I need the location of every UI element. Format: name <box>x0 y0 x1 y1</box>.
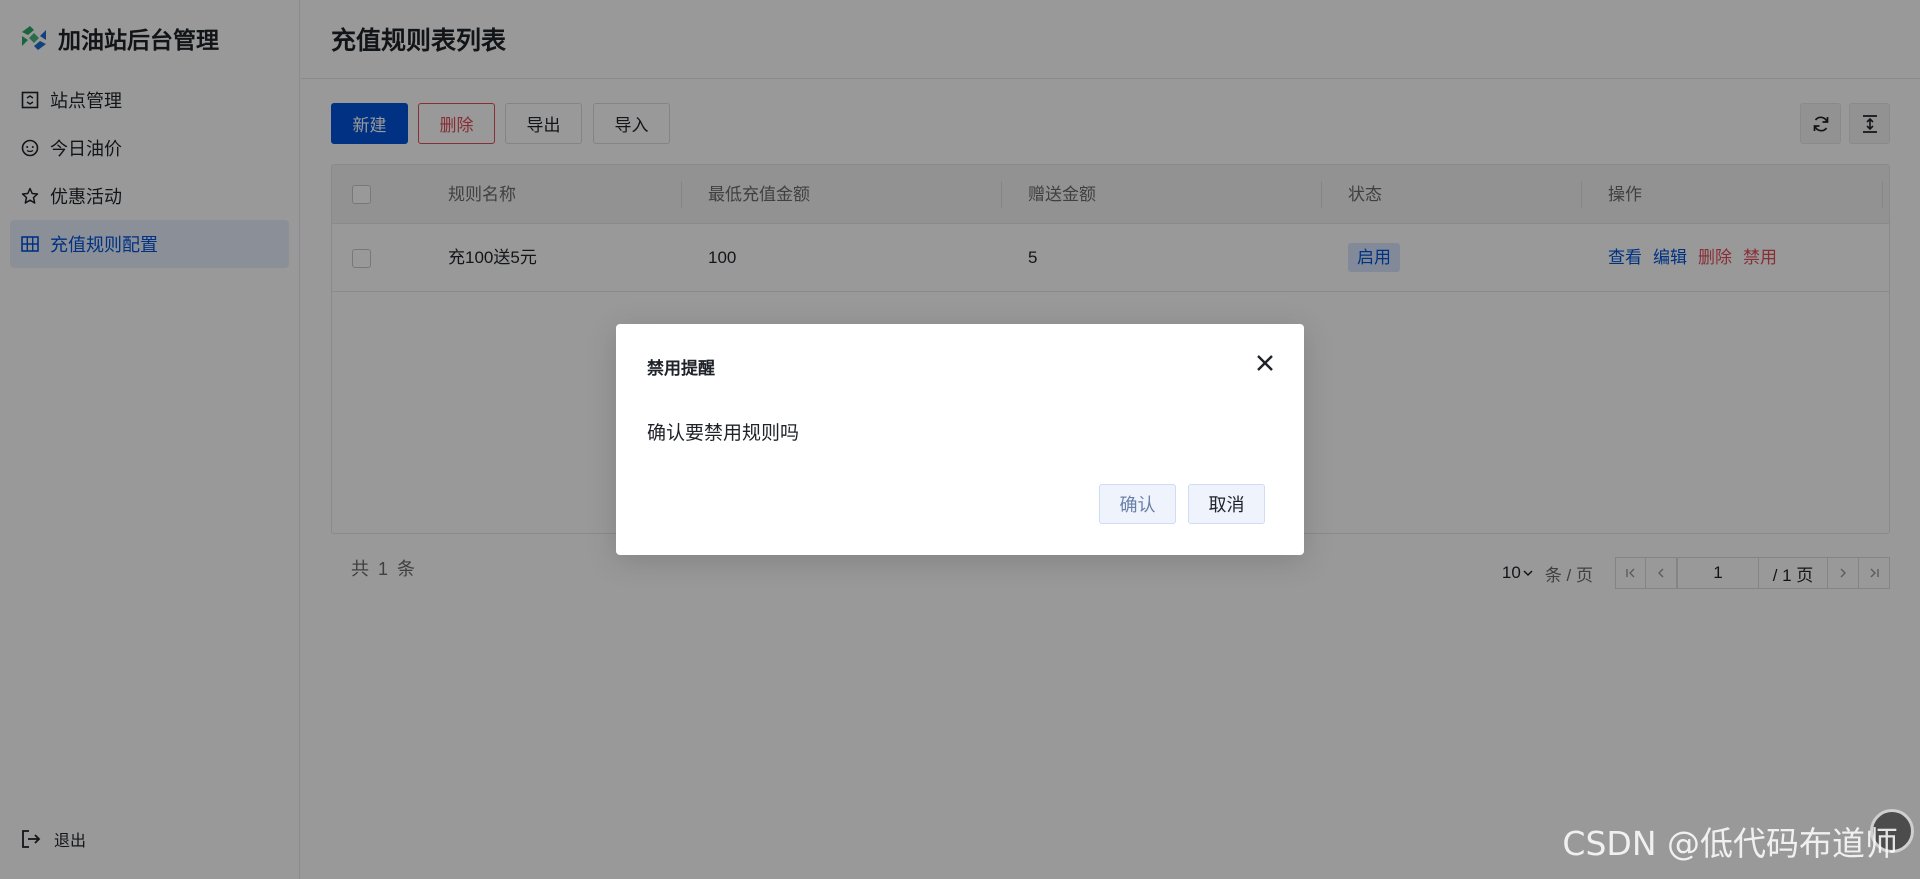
close-icon[interactable] <box>1253 351 1277 375</box>
dialog-title: 禁用提醒 <box>647 359 715 378</box>
dialog-message: 确认要禁用规则吗 <box>647 423 800 444</box>
cancel-button[interactable]: 取消 <box>1188 484 1265 524</box>
watermark-text: CSDN @低代码布道师 <box>1562 824 1898 863</box>
disable-confirm-dialog: 禁用提醒 确认要禁用规则吗 确认 取消 <box>616 324 1304 555</box>
confirm-button[interactable]: 确认 <box>1099 484 1176 524</box>
